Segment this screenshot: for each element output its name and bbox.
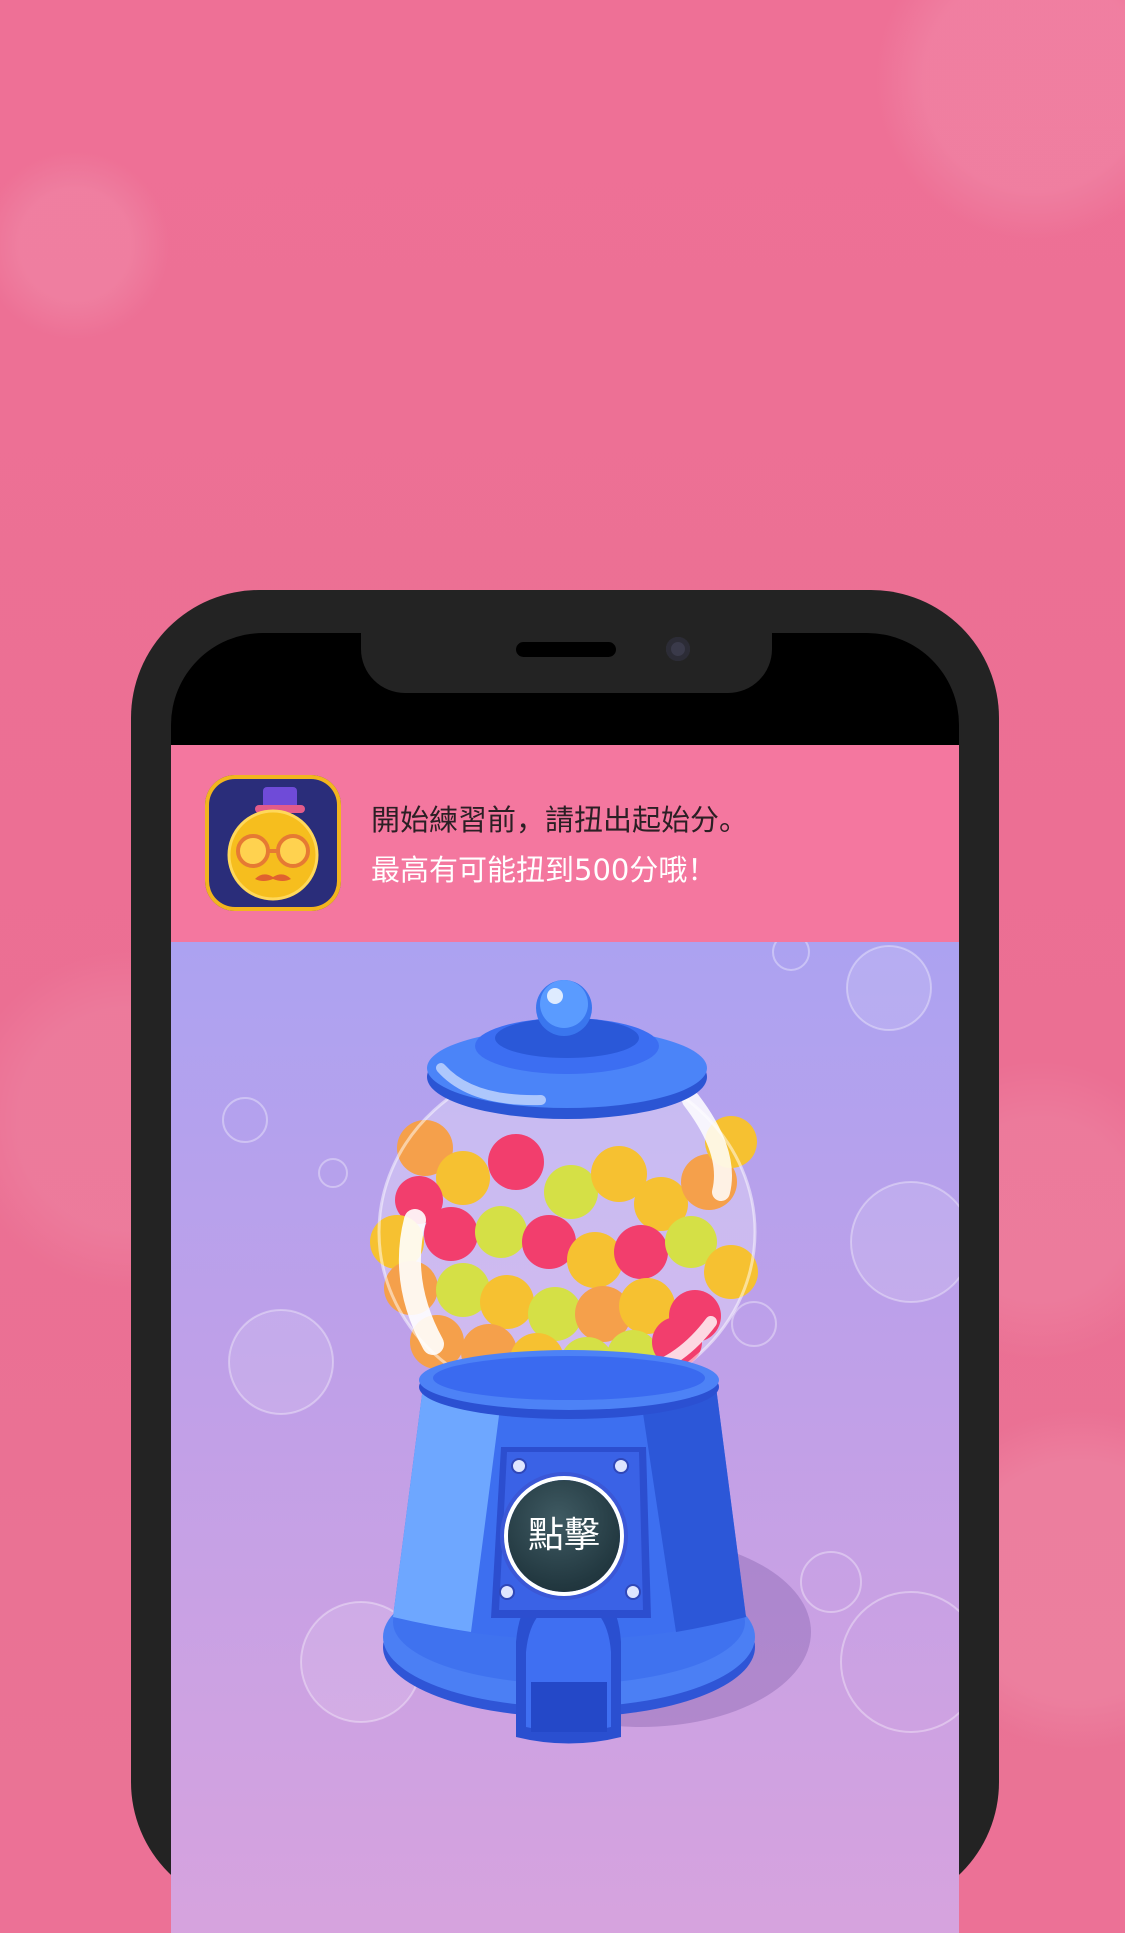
gumball-machine: [222, 942, 959, 1744]
phone-frame: 開始練習前，請扭出起始分。 最高有可能扭到500分哦！ 點擊: [131, 590, 999, 1933]
camera-icon: [666, 637, 690, 661]
click-button[interactable]: 點擊: [508, 1480, 620, 1592]
speaker-icon: [516, 642, 616, 657]
message-line-2: 最高有可能扭到500分哦！: [371, 853, 717, 887]
phone-screen: 開始練習前，請扭出起始分。 最高有可能扭到500分哦！ 點擊: [171, 633, 959, 1933]
app-header: 開始練習前，請扭出起始分。 最高有可能扭到500分哦！: [171, 745, 959, 942]
instruction-message: 開始練習前，請扭出起始分。 最高有可能扭到500分哦！: [371, 795, 748, 895]
message-line-1: 開始練習前，請扭出起始分。: [371, 803, 749, 837]
app-mascot-icon: [205, 775, 341, 911]
notch: [361, 633, 772, 693]
gumball-game-area: 點擊: [171, 942, 959, 1933]
